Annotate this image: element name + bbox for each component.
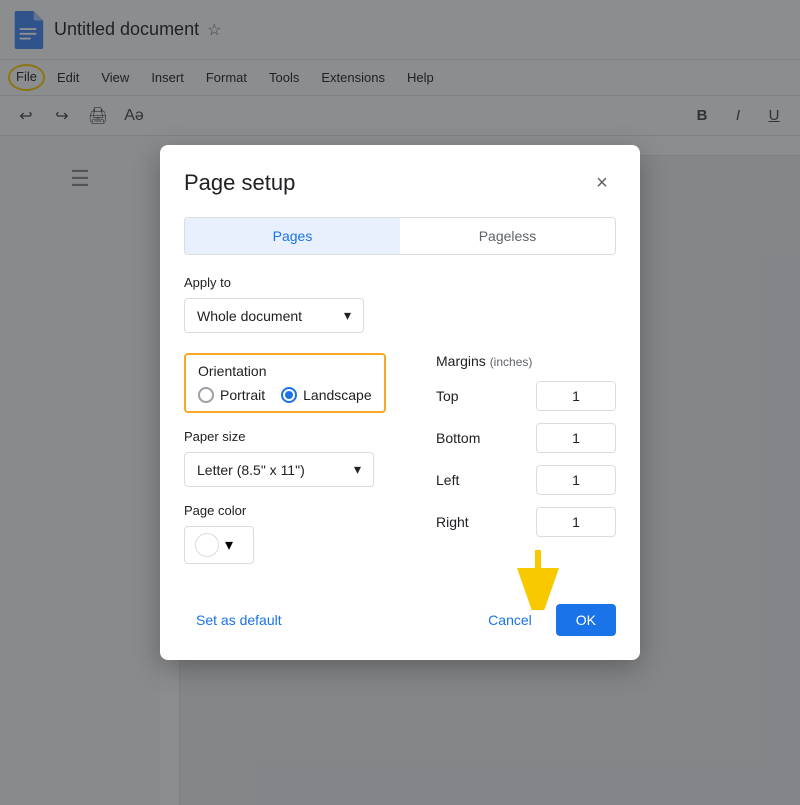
paper-size-select[interactable]: Letter (8.5" x 11") ▾ [184,452,374,487]
margin-bottom-label: Bottom [436,430,486,446]
paper-size-value: Letter (8.5" x 11") [197,462,305,478]
tab-pageless[interactable]: Pageless [400,218,615,254]
tabs: Pages Pageless [184,217,616,255]
close-button[interactable]: × [588,169,616,197]
margin-right-row: Right [436,507,616,537]
margin-top-row: Top [436,381,616,411]
portrait-label: Portrait [220,387,265,403]
set-default-button[interactable]: Set as default [184,604,294,636]
paper-size-label: Paper size [184,429,412,444]
page-color-picker[interactable]: ▾ [184,526,254,564]
dialog-title: Page setup [184,170,295,196]
yellow-arrow-icon [508,550,568,610]
orientation-landscape[interactable]: Landscape [281,387,372,403]
dialog-right: Margins (inches) Top Bottom Left Right [436,353,616,580]
color-swatch [195,533,219,557]
margins-unit: (inches) [490,355,533,369]
landscape-radio-dot [285,391,293,399]
dialog-header: Page setup × [184,169,616,197]
margin-right-input[interactable] [536,507,616,537]
margin-top-input[interactable] [536,381,616,411]
page-color-label: Page color [184,503,412,518]
paper-size-dropdown-icon: ▾ [354,461,361,478]
margin-bottom-row: Bottom [436,423,616,453]
landscape-label: Landscape [303,387,372,403]
page-setup-dialog: Page setup × Pages Pageless Apply to Who… [160,145,640,660]
margin-left-input[interactable] [536,465,616,495]
dialog-left: Orientation Portrait Landscape [184,353,412,580]
overlay: Page setup × Pages Pageless Apply to Who… [0,0,800,805]
apply-to-dropdown-icon: ▾ [344,307,351,324]
orientation-label: Orientation [198,363,372,379]
color-dropdown-icon: ▾ [225,535,233,555]
margin-left-label: Left [436,472,486,488]
paper-size-section: Paper size Letter (8.5" x 11") ▾ [184,429,412,487]
margin-top-label: Top [436,388,486,404]
margin-right-label: Right [436,514,486,530]
apply-to-select[interactable]: Whole document ▾ [184,298,364,333]
portrait-radio-circle [198,387,214,403]
margins-title: Margins (inches) [436,353,616,369]
margin-bottom-input[interactable] [536,423,616,453]
tab-pages[interactable]: Pages [185,218,400,254]
apply-to-label: Apply to [184,275,616,290]
margin-left-row: Left [436,465,616,495]
page-color-section: Page color ▾ [184,503,412,564]
orientation-portrait[interactable]: Portrait [198,387,265,403]
landscape-radio-circle [281,387,297,403]
dialog-body: Orientation Portrait Landscape [184,353,616,580]
apply-to-value: Whole document [197,308,302,324]
orientation-section: Orientation Portrait Landscape [184,353,386,413]
radio-group-orientation: Portrait Landscape [198,387,372,403]
